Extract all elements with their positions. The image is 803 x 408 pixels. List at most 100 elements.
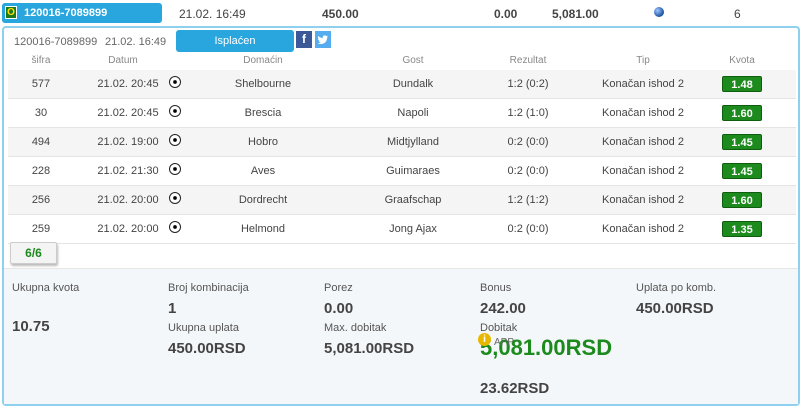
soccer-ball-icon [169,76,181,88]
match-count-tab[interactable]: 6/6 [10,242,57,264]
max-win-label: Max. dobitak [324,322,387,334]
odds-badge: 1.48 [722,76,762,92]
row-result: 1:2 (1:0) [507,107,549,119]
ticket-summary: Ukupna kvota 10.75 Broj kombinacija 1 Uk… [4,268,798,404]
ticket-details-panel: 120016-7089899 21.02. 16:49 Isplaćen f š… [2,26,800,406]
row-away: Midtjylland [387,136,439,148]
max-win-value: 5,081.00RSD [324,340,415,357]
app-value: 23.62RSD [480,380,550,397]
facebook-share-icon[interactable]: f [296,31,312,48]
row-tip: Konačan ishod 2 [602,78,684,90]
row-date: 21.02. 20:45 [97,78,159,90]
ticket-type-badge: O [5,6,17,19]
row-result: 0:2 (0:0) [507,223,549,235]
row-code: 228 [31,165,51,177]
row-home: Dordrecht [238,194,288,206]
row-away: Jong Ajax [389,223,437,235]
col-tip: Tip [636,55,650,66]
col-date: Datum [108,55,138,66]
total-odds-value: 10.75 [12,318,50,335]
tax-value: 0.00 [324,300,354,317]
row-home: Aves [250,165,276,177]
app-label: APP [494,337,515,348]
panel-ticket-id: 120016-7089899 [14,36,98,48]
soccer-ball-icon [169,221,181,233]
odds-badge: 1.45 [722,134,762,150]
soccer-ball-icon [169,163,181,175]
col-code: šifra [31,55,51,66]
ticket-stake: 450.00 [322,7,359,21]
row-tip: Konačan ishod 2 [602,194,684,206]
total-odds-label: Ukupna kvota [12,282,80,294]
row-away: Dundalk [392,78,434,90]
twitter-share-icon[interactable] [315,31,331,48]
row-date: 21.02. 20:00 [97,194,159,206]
ticket-tax: 0.00 [494,7,518,21]
row-date: 21.02. 19:00 [97,136,159,148]
combinations-label: Broj kombinacija [168,282,249,294]
odds-badge: 1.35 [722,221,762,237]
col-home: Domaćin [243,55,283,66]
row-date: 21.02. 20:00 [97,223,159,235]
row-away: Guimaraes [386,165,440,177]
bonus-label: Bonus [480,282,512,294]
ticket-view: O 120016-7089899 21.02. 16:49 450.00 0.0… [0,0,803,408]
row-tip: Konačan ishod 2 [602,165,684,177]
status-button[interactable]: Isplaćen [176,30,294,52]
soccer-ball-icon [169,105,181,117]
ticket-summary-row[interactable]: O 120016-7089899 21.02. 16:49 450.00 0.0… [0,0,803,26]
ticket-date: 21.02. 16:49 [179,7,246,21]
panel-header: 120016-7089899 21.02. 16:49 Isplaćen f [4,28,798,54]
total-stake-value: 450.00RSD [168,340,246,357]
row-code: 577 [31,78,51,90]
row-tip: Konačan ishod 2 [602,223,684,235]
panel-ticket-date: 21.02. 16:49 [105,36,167,48]
soccer-ball-icon [169,192,181,204]
match-list: 577 21.02. 20:45 Shelbourne Dundalk 1:2 … [8,70,796,244]
twitter-bird-icon [317,35,328,45]
row-away: Graafschap [384,194,442,206]
table-row[interactable]: 256 21.02. 20:00 Dordrecht Graafschap 1:… [8,186,796,215]
table-row[interactable]: 494 21.02. 19:00 Hobro Midtjylland 0:2 (… [8,128,796,157]
col-away: Gost [402,55,424,66]
row-date: 21.02. 20:45 [97,107,159,119]
table-row[interactable]: 228 21.02. 21:30 Aves Guimaraes 0:2 (0:0… [8,157,796,186]
row-home: Helmond [240,223,286,235]
odds-badge: 1.60 [722,192,762,208]
col-result: Rezultat [509,55,547,66]
odds-badge: 1.60 [722,105,762,121]
combinations-value: 1 [168,300,177,317]
status-dot-icon [654,7,664,17]
stake-per-comb-label: Uplata po komb. [636,282,717,294]
row-code: 494 [31,136,51,148]
ticket-payout: 5,081.00 [552,7,599,21]
ticket-id-tab[interactable]: O 120016-7089899 [2,3,162,23]
table-row[interactable]: 577 21.02. 20:45 Shelbourne Dundalk 1:2 … [8,70,796,99]
ticket-id: 120016-7089899 [24,7,108,19]
tax-label: Porez [324,282,353,294]
row-away: Napoli [397,107,429,119]
row-result: 1:2 (0:2) [507,78,549,90]
row-tip: Konačan ishod 2 [602,136,684,148]
row-result: 1:2 (1:2) [507,194,549,206]
table-row[interactable]: 259 21.02. 20:00 Helmond Jong Ajax 0:2 (… [8,215,796,244]
total-stake-label: Ukupna uplata [168,322,239,334]
row-code: 259 [31,223,51,235]
table-header: šifra Datum Domaćin Gost Rezultat Tip Kv… [8,55,796,69]
stake-per-comb-value: 450.00RSD [636,300,714,317]
info-icon[interactable]: i [478,333,491,346]
row-result: 0:2 (0:0) [507,165,549,177]
odds-badge: 1.45 [722,163,762,179]
row-result: 0:2 (0:0) [507,136,549,148]
row-home: Brescia [244,107,282,119]
bonus-value: 242.00 [480,300,526,317]
table-row[interactable]: 30 21.02. 20:45 Brescia Napoli 1:2 (1:0)… [8,99,796,128]
ticket-match-count: 6 [734,7,741,21]
col-odds: Kvota [729,55,755,66]
soccer-ball-icon [169,134,181,146]
row-code: 256 [31,194,51,206]
row-home: Hobro [248,136,278,148]
row-home: Shelbourne [234,78,292,90]
row-code: 30 [34,107,48,119]
row-tip: Konačan ishod 2 [602,107,684,119]
